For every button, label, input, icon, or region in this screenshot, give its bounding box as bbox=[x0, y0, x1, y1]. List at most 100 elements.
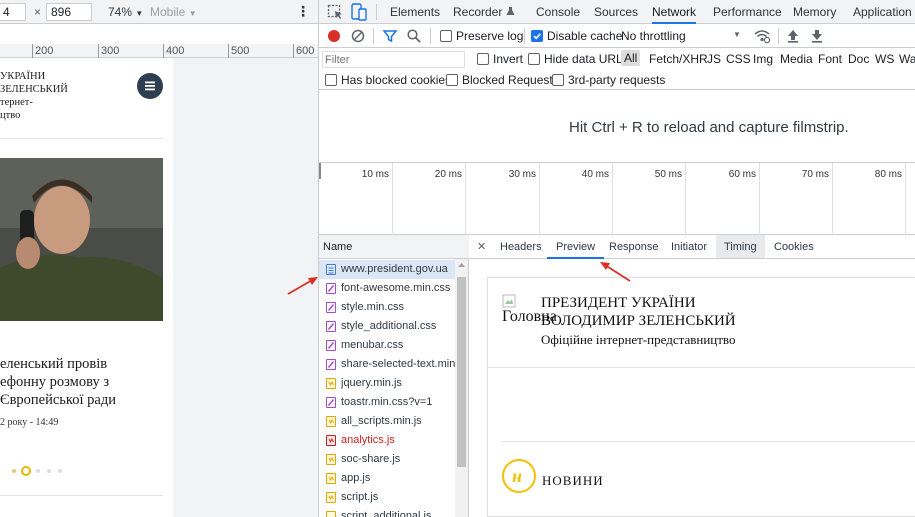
blocked-cookies-checkbox[interactable] bbox=[325, 74, 337, 86]
name-column-header[interactable]: Name bbox=[319, 235, 469, 259]
request-row[interactable]: analytics.js bbox=[319, 431, 455, 450]
carousel-dot-active[interactable] bbox=[21, 466, 31, 476]
preview-title-line2: ВОЛОДИМИР ЗЕЛЕНСЬКИЙ bbox=[541, 313, 736, 329]
filter-input[interactable] bbox=[323, 52, 461, 68]
filter-type-media[interactable]: Media bbox=[780, 52, 813, 66]
request-row[interactable]: all_scripts.min.js bbox=[319, 412, 455, 431]
width-input[interactable]: 4 bbox=[0, 3, 26, 21]
request-row[interactable]: www.president.gov.ua bbox=[319, 260, 455, 279]
request-name: www.president.gov.ua bbox=[341, 263, 448, 275]
carousel-dot[interactable] bbox=[58, 469, 62, 473]
news-photo[interactable] bbox=[0, 158, 163, 321]
tab-recorder[interactable]: Recorder bbox=[453, 0, 515, 24]
device-toolbar-spacer bbox=[0, 24, 318, 44]
filter-type-font[interactable]: Font bbox=[818, 52, 842, 66]
grid-line bbox=[759, 163, 760, 235]
filter-type-wasm[interactable]: Was bbox=[899, 52, 915, 66]
height-input[interactable]: 896 bbox=[46, 3, 92, 21]
request-row[interactable]: soc-share.js bbox=[319, 450, 455, 469]
tab-network[interactable]: Network bbox=[652, 0, 697, 24]
tab-sources[interactable]: Sources bbox=[594, 0, 638, 24]
tab-application[interactable]: Application bbox=[853, 0, 912, 24]
chevron-down-icon: ▼ bbox=[733, 30, 741, 39]
third-party-checkbox[interactable] bbox=[552, 74, 564, 86]
request-row[interactable]: jquery.min.js bbox=[319, 374, 455, 393]
filter-type-fetch-xhr[interactable]: Fetch/XHR bbox=[649, 52, 708, 66]
timeline-label: 30 ms bbox=[508, 169, 536, 180]
menu-button[interactable] bbox=[137, 73, 163, 99]
inspect-element-icon[interactable] bbox=[327, 4, 343, 20]
script-error-icon bbox=[326, 435, 336, 446]
request-row[interactable]: font-awesome.min.css bbox=[319, 279, 455, 298]
filter-type-doc[interactable]: Doc bbox=[848, 52, 869, 66]
divider bbox=[0, 495, 163, 496]
close-icon[interactable]: ✕ bbox=[477, 240, 486, 253]
request-row[interactable]: style_additional.css bbox=[319, 317, 455, 336]
tab-cookies[interactable]: Cookies bbox=[774, 241, 814, 253]
tab-headers[interactable]: Headers bbox=[500, 241, 542, 253]
scroll-up-icon[interactable] bbox=[457, 262, 466, 268]
news-headline[interactable]: еленський провів ефонну розмову з Європе… bbox=[0, 355, 116, 409]
request-row[interactable]: app.js bbox=[319, 469, 455, 488]
hide-data-urls-checkbox[interactable] bbox=[528, 53, 540, 65]
tab-console[interactable]: Console bbox=[536, 0, 580, 24]
blocked-requests-checkbox[interactable] bbox=[446, 74, 458, 86]
filter-icon[interactable] bbox=[382, 28, 398, 44]
device-value: Mobile bbox=[150, 5, 186, 19]
device-toolbar-icon[interactable] bbox=[351, 3, 367, 21]
request-row[interactable]: script.js bbox=[319, 488, 455, 507]
search-icon[interactable] bbox=[406, 28, 422, 44]
carousel-dot[interactable] bbox=[12, 469, 16, 473]
network-conditions-icon[interactable] bbox=[753, 28, 771, 44]
import-har-icon[interactable] bbox=[785, 28, 801, 44]
request-row[interactable]: style.min.css bbox=[319, 298, 455, 317]
request-row[interactable]: script_additional.js bbox=[319, 507, 455, 517]
tab-preview[interactable]: Preview bbox=[547, 235, 605, 259]
tab-timing[interactable]: Timing bbox=[716, 235, 765, 258]
ruler: 200 300 400 500 600 bbox=[0, 44, 318, 58]
preserve-log-checkbox[interactable] bbox=[440, 30, 452, 42]
more-options-icon[interactable]: ⋮ bbox=[296, 3, 310, 20]
hide-data-urls-label: Hide data URLs bbox=[544, 52, 629, 66]
filter-type-ws[interactable]: WS bbox=[875, 52, 894, 66]
throttling-select[interactable]: No throttling ▼ bbox=[621, 29, 741, 43]
record-icon[interactable] bbox=[326, 28, 342, 44]
dimension-separator: × bbox=[34, 5, 42, 19]
timeline-overview[interactable]: 10 ms 20 ms 30 ms 40 ms 50 ms 60 ms 70 m… bbox=[319, 163, 915, 235]
network-toolbar: Preserve log Disable cache No throttling… bbox=[319, 24, 915, 48]
filter-type-css[interactable]: CSS bbox=[726, 52, 751, 66]
tab-memory[interactable]: Memory bbox=[793, 0, 836, 24]
request-name: style_additional.css bbox=[341, 320, 437, 332]
divider bbox=[778, 28, 779, 44]
filter-type-img[interactable]: Img bbox=[753, 52, 773, 66]
filter-bar-secondary: Has blocked cookies Blocked Requests 3rd… bbox=[319, 71, 915, 90]
request-list-scrollbar[interactable] bbox=[455, 259, 468, 517]
zoom-select[interactable]: 74% ▼ bbox=[108, 5, 143, 19]
timeline-label: 80 ms bbox=[874, 169, 902, 180]
tab-elements[interactable]: Elements bbox=[390, 0, 440, 24]
clear-icon[interactable] bbox=[350, 28, 366, 44]
tab-initiator[interactable]: Initiator bbox=[671, 241, 707, 253]
carousel-dot[interactable] bbox=[47, 469, 51, 473]
filter-type-js[interactable]: JS bbox=[707, 52, 721, 66]
stylesheet-icon bbox=[326, 302, 336, 313]
filter-type-all[interactable]: All bbox=[621, 50, 641, 66]
carousel-dot[interactable] bbox=[36, 469, 40, 473]
scrollbar-thumb[interactable] bbox=[457, 277, 466, 467]
news-section-label: НОВИНИ bbox=[542, 473, 604, 488]
export-har-icon[interactable] bbox=[809, 28, 825, 44]
tab-performance[interactable]: Performance bbox=[713, 0, 782, 24]
news-photo-image bbox=[0, 158, 163, 321]
news-icon-letter: н bbox=[512, 466, 522, 486]
divider bbox=[376, 4, 377, 20]
blocked-requests-label: Blocked Requests bbox=[462, 73, 559, 87]
request-name: app.js bbox=[341, 472, 371, 484]
disable-cache-checkbox[interactable] bbox=[531, 30, 543, 42]
invert-checkbox[interactable] bbox=[477, 53, 489, 65]
request-row[interactable]: share-selected-text.min. bbox=[319, 355, 455, 374]
request-row[interactable]: toastr.min.css?v=1 bbox=[319, 393, 455, 412]
device-select[interactable]: Mobile ▼ bbox=[150, 5, 197, 19]
site-header-line: УКРАЇНИ bbox=[0, 71, 46, 82]
request-row[interactable]: menubar.css bbox=[319, 336, 455, 355]
tab-response[interactable]: Response bbox=[609, 241, 659, 253]
